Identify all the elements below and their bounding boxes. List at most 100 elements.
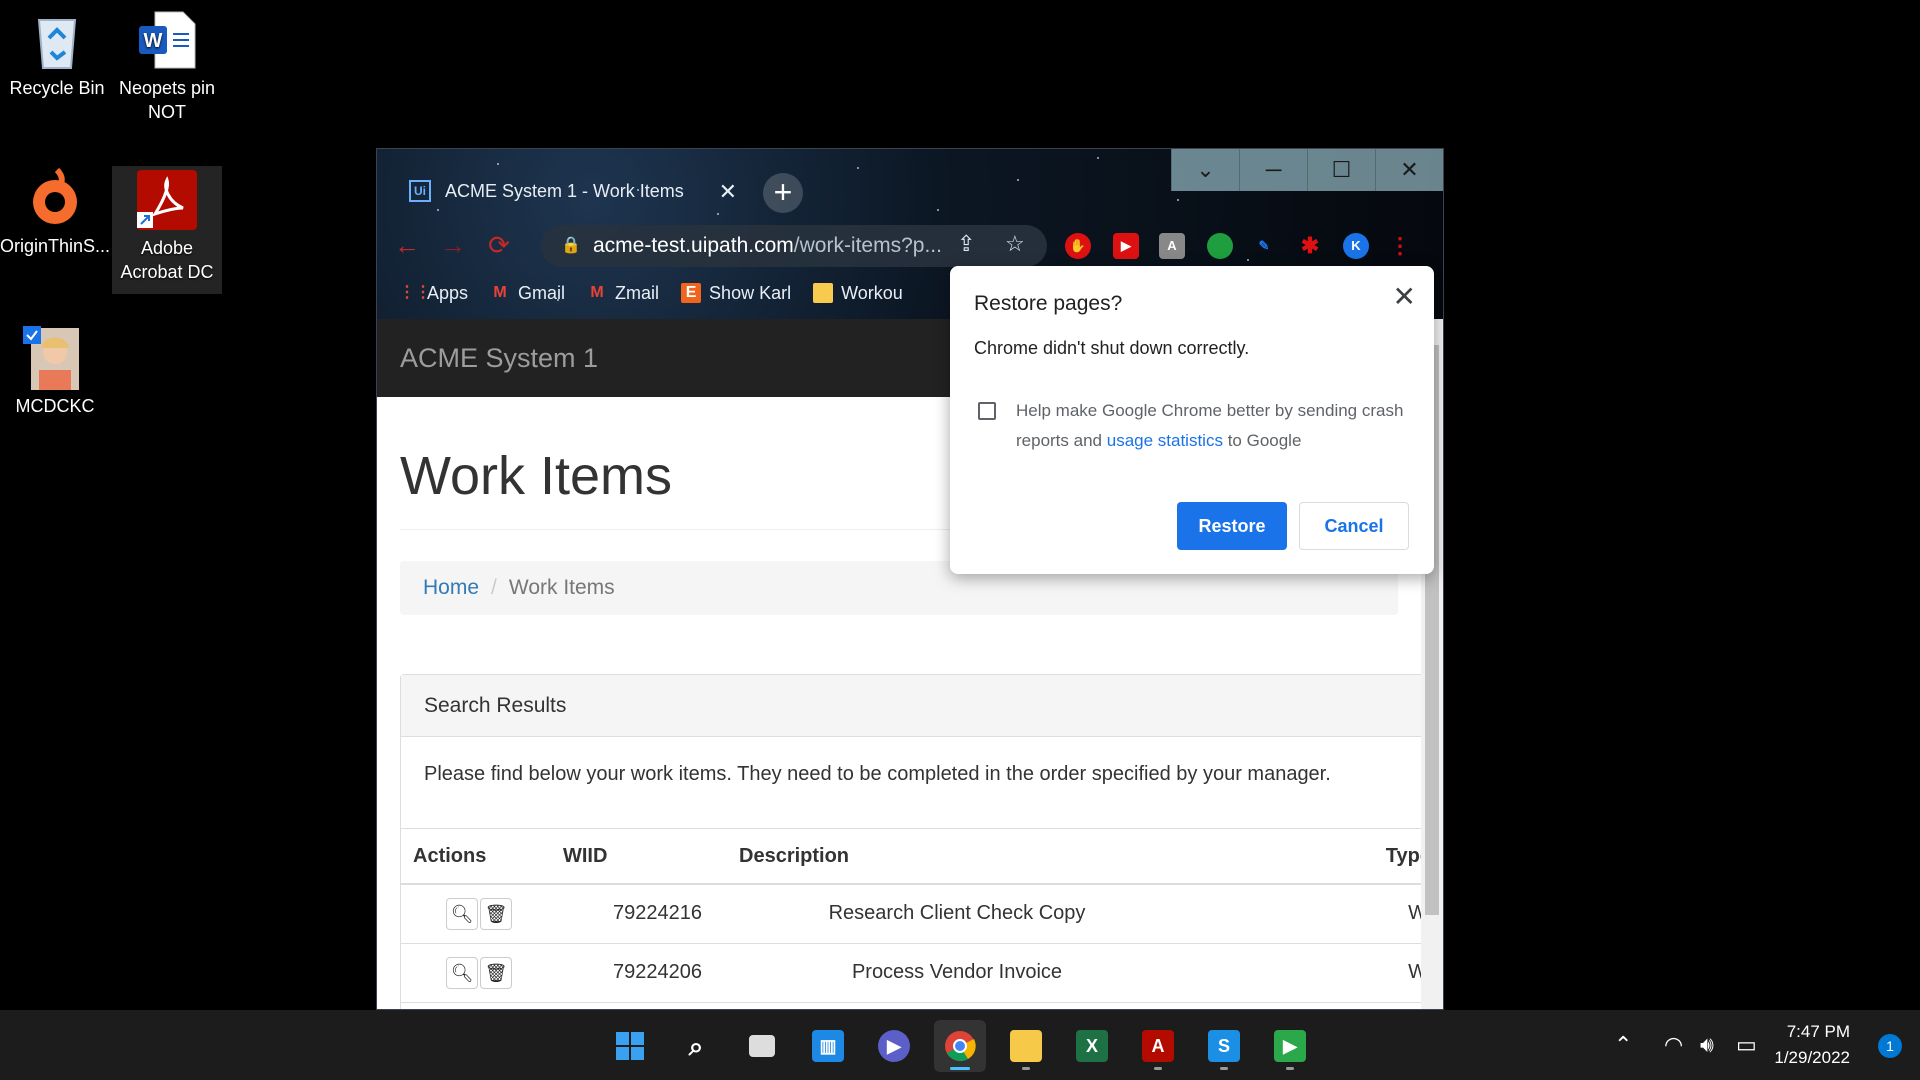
desktop-icon-label: Neopets pin NOT <box>118 78 216 122</box>
taskbar-excel-button[interactable]: X <box>1066 1020 1118 1072</box>
taskbar-teams-chat-button[interactable]: ▶ <box>868 1020 920 1072</box>
uipath-assistant-icon: ▶ <box>1274 1030 1306 1062</box>
bookmark-star-icon[interactable]: ☆ <box>1005 231 1025 257</box>
cancel-button[interactable]: Cancel <box>1299 502 1409 550</box>
taskbar: ⌕ ▥ ▶ X A S ▶ ⌃ ◠ 🔊︎ ▭ 7:47 PM 1/29/2022… <box>0 1010 1920 1080</box>
breadcrumb-home-link[interactable]: Home <box>423 576 479 599</box>
clock-time[interactable]: 7:47 PM <box>1787 1022 1850 1042</box>
extensions-puzzle-icon[interactable]: ✱ <box>1297 233 1323 259</box>
menu-kebab-icon[interactable]: ⋮ <box>1387 233 1413 259</box>
search-results-panel: Search Results Please find below your wo… <box>400 674 1421 1009</box>
forward-button[interactable]: → <box>437 229 469 261</box>
clock-date[interactable]: 1/29/2022 <box>1774 1048 1850 1068</box>
row-wiid: 79224206 <box>551 943 727 1003</box>
video-extension-icon[interactable]: ▶ <box>1113 233 1139 259</box>
row-description: Research Client Check Copy <box>727 884 1187 944</box>
folder-icon <box>1010 1030 1042 1062</box>
taskbar-start-button[interactable] <box>604 1020 656 1072</box>
desktop-icon-mcdckc[interactable]: MCDCKC <box>0 326 110 418</box>
back-button[interactable]: ← <box>391 229 423 261</box>
adobe-acrobat-icon <box>135 168 199 232</box>
panel-heading: Search Results <box>401 675 1421 737</box>
row-wiid: 79224216 <box>551 884 727 944</box>
adblock-extension-icon[interactable]: ✋ <box>1065 233 1091 259</box>
font-extension-icon[interactable]: A <box>1159 233 1185 259</box>
app-brand[interactable]: ACME System 1 <box>400 343 598 373</box>
chevron-up-icon[interactable]: ⌃ <box>1614 1032 1632 1058</box>
new-tab-button[interactable]: + <box>763 173 803 213</box>
bookmark-apps[interactable]: ⋮⋮ Apps <box>399 283 468 304</box>
dialog-message: Chrome didn't shut down correctly. <box>974 338 1250 358</box>
volume-icon[interactable]: 🔊︎ <box>1700 1032 1714 1058</box>
row-type: W <box>1187 943 1421 1003</box>
system-tray: ⌃ ◠ 🔊︎ ▭ 7:47 PM 1/29/2022 1 <box>1600 1010 1920 1080</box>
notification-badge[interactable]: 1 <box>1878 1034 1902 1058</box>
bookmark-label: Apps <box>427 282 469 303</box>
bookmark-gmail[interactable]: M Gmail <box>490 283 565 304</box>
panel-instructions: Please find below your work items. They … <box>401 737 1421 829</box>
bookmark-show-karl[interactable]: E Show Karl <box>681 283 791 304</box>
share-icon[interactable]: ⇪ <box>957 231 975 257</box>
desktop-icon-origin[interactable]: OriginThinS... <box>0 166 110 258</box>
view-item-button[interactable]: 🔍︎ <box>446 897 478 930</box>
taskbar-widgets-button[interactable]: ▥ <box>802 1020 854 1072</box>
tab-title: ACME System 1 - Work Items <box>445 180 684 201</box>
search-icon: 🔍︎ <box>450 962 474 983</box>
svg-text:W: W <box>144 30 163 52</box>
crash-report-checkbox[interactable] <box>978 402 996 420</box>
desktop-icon-recycle-bin[interactable]: Recycle Bin <box>2 8 112 100</box>
bookmark-label: Show Karl <box>709 282 792 303</box>
apps-grid-icon: ⋮⋮ <box>399 284 431 301</box>
wifi-icon[interactable]: ◠ <box>1664 1032 1683 1058</box>
tab-acme-work-items[interactable]: Ui ACME System 1 - Work Items ✕ <box>391 169 751 213</box>
bookmark-label: Zmail <box>615 282 660 303</box>
crash-report-optin-text: Help make Google Chrome better by sendin… <box>1016 396 1406 456</box>
bookmark-label: Gmail <box>518 282 566 303</box>
battery-icon[interactable]: ▭ <box>1736 1032 1757 1058</box>
green-dot-extension-icon[interactable] <box>1207 233 1233 259</box>
tab-search-button[interactable]: ⌄ <box>1171 149 1239 191</box>
delete-item-button[interactable]: 🗑︎ <box>480 956 512 989</box>
restore-pages-dialog: Restore pages? ✕ Chrome didn't shut down… <box>950 266 1434 574</box>
dialog-title: Restore pages? <box>974 292 1123 315</box>
row-actions: 🔍︎ 🗑︎ <box>401 943 551 1003</box>
restore-button[interactable]: Restore <box>1177 502 1287 550</box>
desktop-icon-word-doc[interactable]: W Neopets pin NOT <box>112 8 222 124</box>
taskbar-search-button[interactable]: ⌕ <box>670 1020 722 1072</box>
task-view-icon <box>749 1035 775 1057</box>
uipath-studio-icon: S <box>1208 1030 1240 1062</box>
taskbar-uipath-studio-button[interactable]: S <box>1198 1020 1250 1072</box>
usage-statistics-link[interactable]: usage statistics <box>1107 431 1223 450</box>
table-row: 🔍︎ 🗑︎ 79224216 Research Client Check Copy… <box>401 884 1421 944</box>
taskbar-chrome-button[interactable] <box>934 1020 986 1072</box>
pen-extension-icon[interactable]: ✎ <box>1251 233 1277 259</box>
bookmark-workout[interactable]: Workou <box>813 283 903 304</box>
trash-icon: 🗑︎ <box>484 903 508 924</box>
taskbar-acrobat-button[interactable]: A <box>1132 1020 1184 1072</box>
desktop-icon-label: Recycle Bin <box>9 78 105 98</box>
bookmark-zmail[interactable]: M Zmail <box>587 283 659 304</box>
profile-avatar[interactable]: K <box>1343 233 1369 259</box>
row-type: W <box>1187 884 1421 944</box>
row-description: Process Vendor Invoice <box>727 943 1187 1003</box>
taskbar-uipath-assistant-button[interactable]: ▶ <box>1264 1020 1316 1072</box>
row-actions: 🔍︎ 🗑︎ <box>401 884 551 944</box>
maximize-button[interactable]: ☐ <box>1307 149 1375 191</box>
breadcrumb-separator: / <box>491 576 497 599</box>
teams-chat-icon: ▶ <box>878 1030 910 1062</box>
view-item-button[interactable]: 🔍︎ <box>446 956 478 989</box>
url-path: /work-items?p... <box>793 234 942 257</box>
tab-close-icon[interactable]: ✕ <box>719 179 737 205</box>
close-window-button[interactable]: ✕ <box>1375 149 1443 191</box>
taskbar-task-view-button[interactable] <box>736 1020 788 1072</box>
chrome-icon <box>945 1031 976 1062</box>
widgets-icon: ▥ <box>812 1030 844 1062</box>
recycle-bin-icon <box>25 8 89 72</box>
taskbar-file-explorer-button[interactable] <box>1000 1020 1052 1072</box>
delete-item-button[interactable]: 🗑︎ <box>480 897 512 930</box>
reload-button[interactable]: ⟳ <box>483 229 515 261</box>
table-row: 🔍︎ 🗑︎ 79224206 Process Vendor Invoice W <box>401 943 1421 1003</box>
minimize-button[interactable]: ─ <box>1239 149 1307 191</box>
dialog-close-icon[interactable]: ✕ <box>1393 280 1416 313</box>
desktop-icon-adobe-acrobat[interactable]: Adobe Acrobat DC <box>112 166 222 294</box>
